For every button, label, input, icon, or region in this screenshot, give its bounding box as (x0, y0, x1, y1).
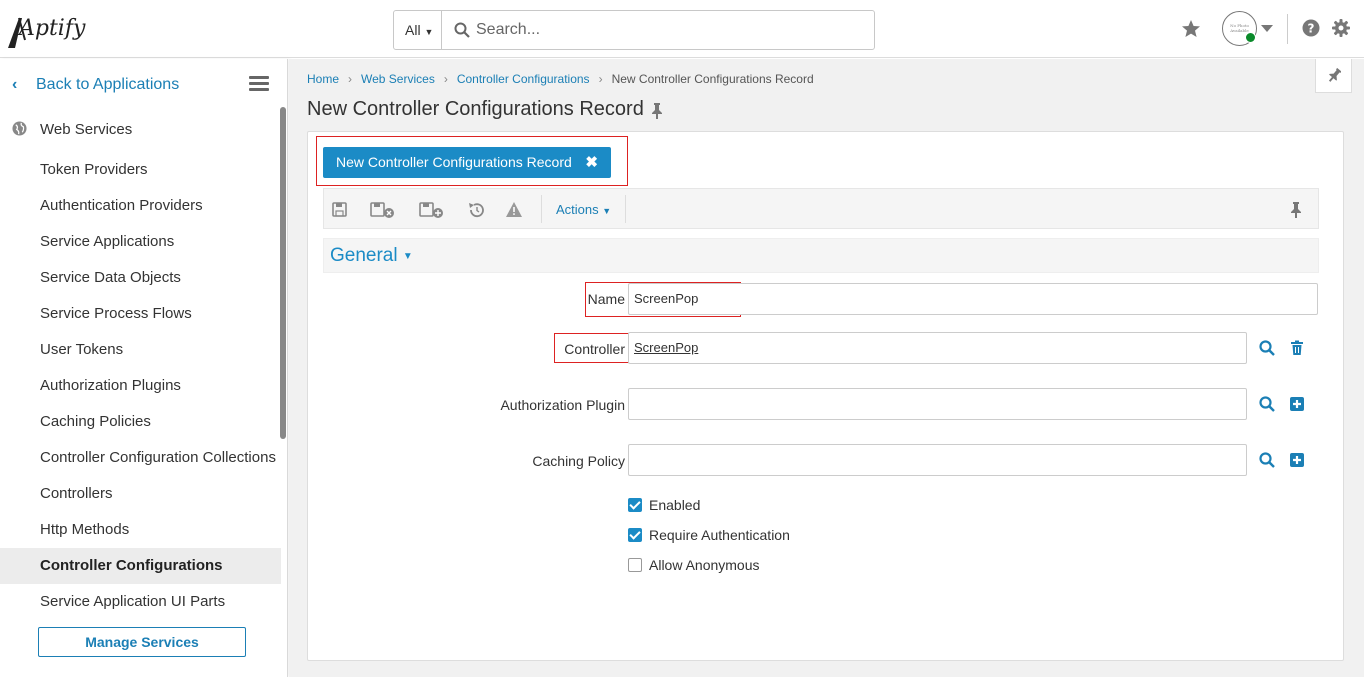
breadcrumb-current: New Controller Configurations Record (611, 72, 814, 86)
divider (1287, 14, 1288, 44)
pin-panel-button[interactable] (1315, 59, 1352, 93)
warning-icon[interactable] (505, 201, 527, 219)
enabled-checkbox[interactable] (628, 498, 642, 512)
authorization-plugin-label: Authorization Plugin (500, 397, 625, 413)
controller-link[interactable]: ScreenPop (634, 340, 698, 355)
pin-icon[interactable] (1290, 202, 1302, 218)
sidebar-item-caching-policies[interactable]: Caching Policies (0, 404, 281, 440)
save-and-close-icon[interactable] (369, 201, 395, 219)
save-icon[interactable] (331, 201, 353, 219)
search-icon[interactable] (1259, 340, 1275, 356)
sidebar-item-controllers[interactable]: Controllers (0, 476, 281, 512)
name-field[interactable]: ScreenPop (628, 283, 1318, 315)
caching-policy-label: Caching Policy (532, 453, 625, 469)
svg-text:?: ? (1308, 22, 1315, 36)
pin-icon[interactable] (651, 103, 663, 119)
search-icon[interactable] (1259, 396, 1275, 412)
search-scope-dropdown[interactable]: All ▼ (394, 11, 442, 49)
manage-services-button[interactable]: Manage Services (38, 627, 246, 657)
page-title: New Controller Configurations Record (307, 98, 644, 120)
trash-icon[interactable] (1289, 340, 1305, 356)
name-label: Name (587, 291, 625, 307)
undo-icon[interactable] (466, 201, 488, 219)
aptify-logo[interactable]: Aptify (5, 8, 90, 52)
main-content: Home › Web Services › Controller Configurati… (289, 59, 1364, 677)
divider (541, 195, 542, 223)
sidebar-scrollbar[interactable] (280, 107, 286, 439)
add-icon[interactable] (1289, 452, 1305, 468)
back-to-applications-link[interactable]: ‹ Back to Applications (12, 75, 179, 95)
sidebar-item-controller-configurations[interactable]: Controller Configurations (0, 548, 281, 584)
star-icon[interactable] (1181, 19, 1201, 39)
hamburger-menu-icon[interactable] (249, 76, 269, 92)
authorization-plugin-field[interactable] (628, 388, 1247, 420)
svg-text:Aptify: Aptify (17, 16, 86, 41)
close-icon[interactable]: ✖ (585, 147, 598, 178)
section-general-header[interactable]: General ▼ (323, 238, 1319, 273)
sidebar-item-authentication-providers[interactable]: Authentication Providers (0, 188, 281, 224)
search-input[interactable] (476, 11, 856, 49)
sidebar-item-service-applications[interactable]: Service Applications (0, 224, 281, 260)
search-box: All ▼ (393, 10, 875, 50)
caching-policy-field[interactable] (628, 444, 1247, 476)
gear-icon[interactable] (1332, 19, 1350, 37)
record-card: New Controller Configurations Record ✖ Ac… (307, 131, 1344, 661)
breadcrumb-web-services[interactable]: Web Services (361, 72, 435, 86)
sidebar-item-user-tokens[interactable]: User Tokens (0, 332, 281, 368)
chevron-right-icon: › (348, 72, 353, 86)
chevron-down-icon[interactable] (1261, 25, 1273, 32)
sidebar-item-authorization-plugins[interactable]: Authorization Plugins (0, 368, 281, 404)
sidebar-item-controller-configuration-collections[interactable]: Controller Configuration Collections (0, 440, 281, 476)
controller-field[interactable]: ScreenPop (628, 332, 1247, 364)
top-bar: Aptify All ▼ No Photo Available ? (0, 0, 1364, 58)
sidebar-item-http-methods[interactable]: Http Methods (0, 512, 281, 548)
chevron-left-icon: ‹ (12, 76, 18, 93)
require-authentication-checkbox[interactable] (628, 528, 642, 542)
actions-dropdown[interactable]: Actions ▼ (556, 202, 611, 217)
allow-anonymous-checkbox-row[interactable]: Allow Anonymous (628, 557, 760, 575)
breadcrumb-controller-configurations[interactable]: Controller Configurations (457, 72, 590, 86)
add-icon[interactable] (1289, 396, 1305, 412)
online-status-icon (1245, 32, 1256, 43)
save-and-new-icon[interactable] (418, 201, 444, 219)
record-toolbar: Actions ▼ (323, 188, 1319, 229)
sidebar-item-service-application-ui-parts[interactable]: Service Application UI Parts (0, 584, 281, 620)
search-icon[interactable] (454, 22, 470, 38)
breadcrumb-home[interactable]: Home (307, 72, 339, 86)
sidebar-module-web-services[interactable]: Web Services (12, 120, 132, 140)
controller-label: Controller (564, 341, 625, 357)
breadcrumb: Home › Web Services › Controller Configurati… (307, 72, 814, 86)
sidebar-item-service-process-flows[interactable]: Service Process Flows (0, 296, 281, 332)
sidebar-item-token-providers[interactable]: Token Providers (0, 152, 281, 188)
allow-anonymous-checkbox[interactable] (628, 558, 642, 572)
pin-icon (1328, 68, 1341, 82)
record-tab[interactable]: New Controller Configurations Record ✖ (323, 147, 611, 178)
sidebar-item-service-data-objects[interactable]: Service Data Objects (0, 260, 281, 296)
globe-icon (12, 121, 27, 136)
search-icon[interactable] (1259, 452, 1275, 468)
help-icon[interactable]: ? (1302, 19, 1320, 37)
divider (625, 195, 626, 223)
chevron-right-icon: › (598, 72, 603, 86)
enabled-checkbox-row[interactable]: Enabled (628, 497, 700, 515)
chevron-right-icon: › (443, 72, 448, 86)
require-authentication-checkbox-row[interactable]: Require Authentication (628, 527, 790, 545)
sidebar: ‹ Back to Applications Web Services Token… (0, 59, 288, 677)
